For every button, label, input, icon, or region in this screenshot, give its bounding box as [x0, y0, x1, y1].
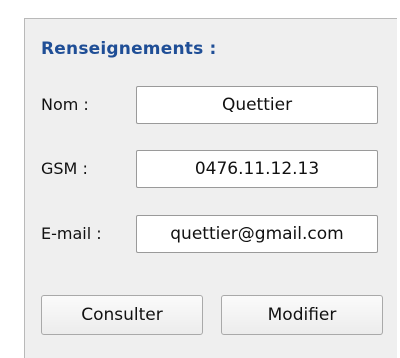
email-input[interactable]: [136, 215, 378, 253]
panel-title: Renseignements :: [41, 39, 217, 59]
renseignements-panel: Renseignements : Nom : GSM : E-mail : Co…: [24, 18, 397, 358]
nom-label: Nom :: [41, 95, 89, 114]
modifier-button[interactable]: Modifier: [221, 295, 383, 335]
nom-input[interactable]: [136, 86, 378, 124]
gsm-label: GSM :: [41, 159, 88, 178]
consulter-button[interactable]: Consulter: [41, 295, 203, 335]
gsm-input[interactable]: [136, 150, 378, 188]
email-label: E-mail :: [41, 224, 102, 243]
